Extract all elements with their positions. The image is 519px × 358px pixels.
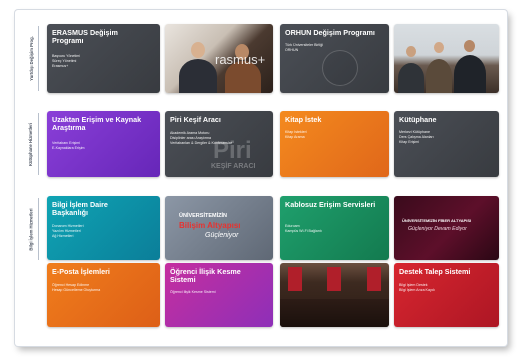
card-title: Uzaktan Erişim ve Kaynak Araştırma	[52, 115, 142, 133]
card-title: Destek Talep Sistemi	[399, 267, 471, 276]
card-title: ERASMUS Değişim Programı	[52, 28, 118, 46]
flag-banner	[288, 267, 302, 291]
remote-access-card[interactable]: Uzaktan Erişim ve Kaynak Araştırma Verit…	[47, 111, 160, 177]
section-label: Kütüphane Hizmetleri	[28, 122, 34, 166]
banner-top-text: ÜNİVERSİTEMİZİN	[179, 213, 227, 219]
person-head	[191, 42, 205, 58]
email-card[interactable]: E-Posta İşlemleri Öğrenci Hesap Edinme H…	[47, 263, 160, 327]
card-title: Kitap İstek	[285, 115, 322, 124]
person-body	[454, 55, 486, 93]
book-request-card[interactable]: Kitap İstek Kitap İstekleri Kitap Arama	[280, 111, 389, 177]
person-head	[406, 46, 416, 57]
card-line: Kitap Erişimi	[399, 140, 419, 145]
orhun-emblem-icon	[322, 50, 358, 86]
person-head	[434, 42, 444, 53]
ceremony-photo[interactable]	[280, 263, 389, 327]
wireless-card[interactable]: Kablosuz Erişim Servisleri Eduroam Kampü…	[280, 196, 389, 260]
erasmus-photo[interactable]: rasmus+	[165, 24, 273, 93]
it-department-card[interactable]: Bilgi İşlem Daire Başkanlığı Donanım Hiz…	[47, 196, 160, 260]
clearance-card[interactable]: Öğrenci İlişik Kesme Sistemi Öğrenci İli…	[165, 263, 273, 327]
person-head	[464, 40, 475, 52]
card-line: Kampüs Wi-Fi Bağlantı	[285, 229, 322, 234]
banner-main-text: Güçleniyor Devam Ediyor	[408, 226, 467, 232]
card-title: Kütüphane	[399, 115, 437, 124]
person-body	[426, 59, 452, 93]
card-title: Öğrenci İlişik Kesme Sistemi	[170, 267, 241, 285]
section-divider	[38, 113, 39, 175]
card-line: Kitap Arama	[285, 135, 305, 140]
card-line: Erasmus+	[52, 64, 69, 69]
erasmus-card[interactable]: ERASMUS Değişim Programı Başvuru Yönetim…	[47, 24, 160, 93]
card-line: Öğrenci İlişik Kesme Sistemi	[170, 290, 216, 294]
audience-silhouette	[280, 299, 389, 327]
section-divider	[38, 26, 39, 91]
services-page: Yurtdışı Değişim Prog. ERASMUS Değişim P…	[15, 10, 507, 346]
card-title: ORHUN Değişim Programı	[285, 28, 375, 37]
library-card[interactable]: Kütüphane Merkezi Kütüphane Ders Çalışma…	[394, 111, 499, 177]
card-line: Hesap Güncelleme Oluşturma	[52, 288, 101, 293]
banner-main-text: Bilişim Altyapısı	[179, 221, 241, 230]
card-line: E-Kaynaklara Erişim	[52, 146, 85, 151]
banner-bottom-text: Güçleniyor	[205, 232, 239, 239]
erasmus-logo-watermark: rasmus+	[215, 52, 266, 67]
section-library: Kütüphane Hizmetleri Uzaktan Erişim ve K…	[15, 111, 507, 177]
person-body	[179, 59, 217, 93]
fiber-banner[interactable]: ÜNİVERSİTEMİZİN FİBER ALTYAPISI Güçleniy…	[394, 196, 499, 260]
flag-banner	[367, 267, 381, 291]
students-photo[interactable]	[394, 24, 499, 93]
section-it: Bilgi İşlem Hizmetleri Bilgi İşlem Daire…	[15, 196, 507, 327]
card-title: Kablosuz Erişim Servisleri	[285, 200, 376, 209]
section-label: Bilgi İşlem Hizmetleri	[28, 207, 34, 251]
piri-logo-subtitle: KEŞİF ARACI	[211, 163, 256, 170]
banner-top-text: ÜNİVERSİTEMİZİN FİBER ALTYAPISI	[402, 218, 472, 223]
piri-logo-watermark: Piri	[213, 137, 252, 164]
card-title: E-Posta İşlemleri	[52, 267, 110, 276]
card-line: Ağ Hizmetleri	[52, 234, 74, 239]
section-divider	[38, 198, 39, 260]
person-body	[398, 63, 424, 93]
section-exchange: Yurtdışı Değişim Prog. ERASMUS Değişim P…	[15, 24, 507, 93]
piri-card[interactable]: Piri Keşif Aracı Akademik Arama Motoru D…	[165, 111, 273, 177]
card-title: Bilgi İşlem Daire Başkanlığı	[52, 200, 108, 218]
flag-banner	[327, 267, 341, 291]
infrastructure-banner[interactable]: ÜNİVERSİTEMİZİN Bilişim Altyapısı Güçlen…	[165, 196, 273, 260]
orhun-card[interactable]: ORHUN Değişim Programı Türk Üniversitele…	[280, 24, 389, 93]
section-label: Yurtdışı Değişim Prog.	[28, 36, 34, 81]
card-line: Bilgi İşlem Arıza Kaydı	[399, 288, 435, 293]
support-card[interactable]: Destek Talep Sistemi Bilgi İşlem Destek …	[394, 263, 499, 327]
card-title: Piri Keşif Aracı	[170, 115, 221, 124]
